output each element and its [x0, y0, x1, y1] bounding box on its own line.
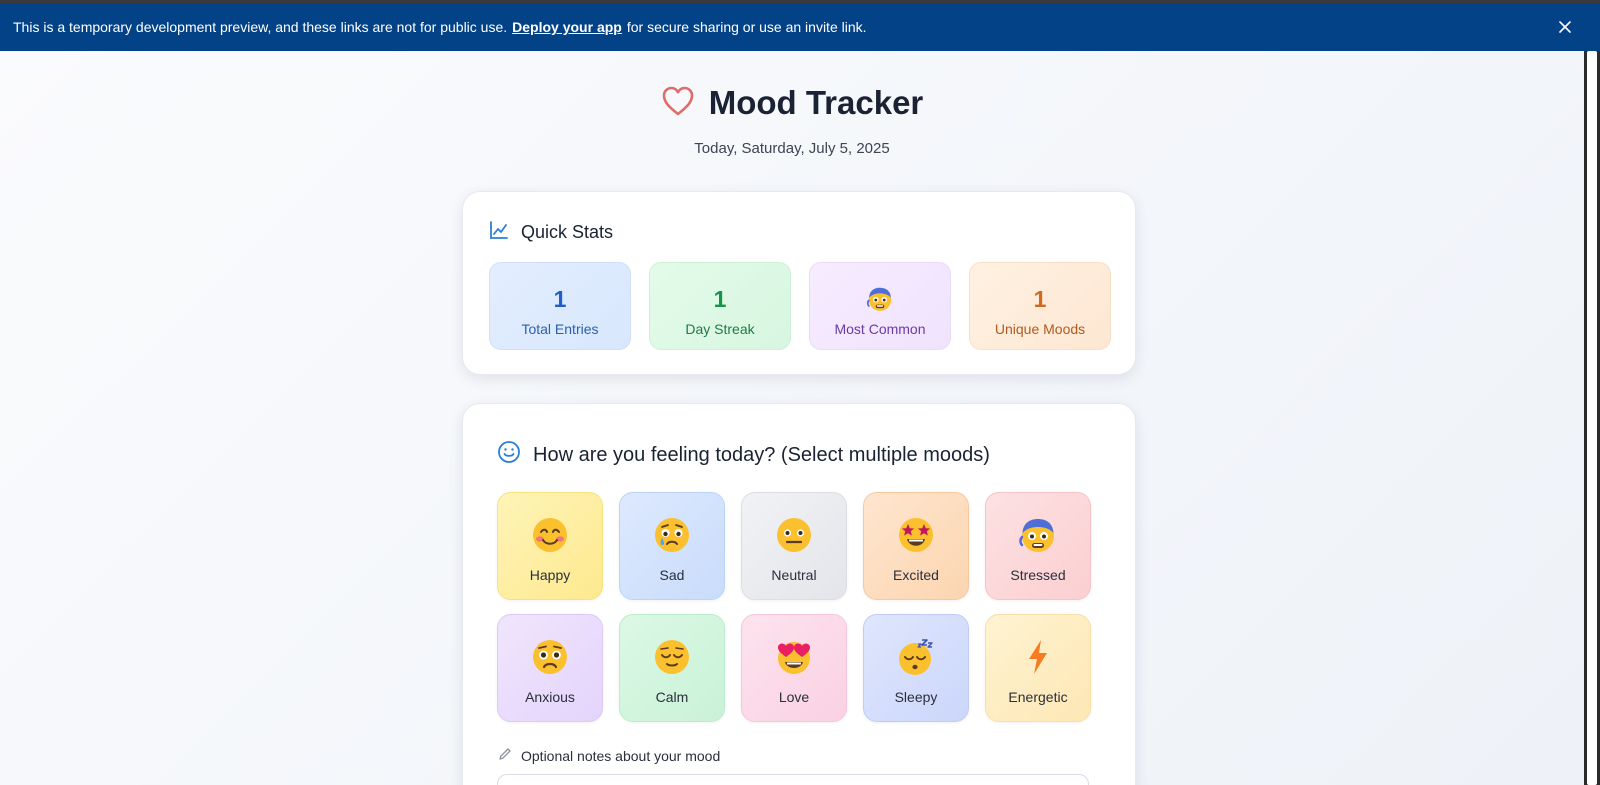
page-title: Mood Tracker: [708, 84, 924, 121]
quick-stats-title: Quick Stats: [521, 222, 614, 242]
mood-option-stressed[interactable]: Stressed: [985, 492, 1091, 600]
mood-option-neutral[interactable]: Neutral: [741, 492, 847, 600]
mood-picker-title: How are you feeling today? (Select multi…: [533, 443, 990, 466]
stat-label: Most Common: [834, 321, 926, 337]
lightning-icon: [986, 637, 1090, 679]
mood-label: Energetic: [1008, 689, 1068, 705]
mood-label: Sleepy: [894, 689, 938, 705]
notes-textarea[interactable]: [497, 774, 1089, 785]
mood-label: Calm: [655, 689, 689, 705]
mood-option-calm[interactable]: Calm: [619, 614, 725, 722]
mood-label: Stressed: [1010, 567, 1066, 583]
stat-value: 1: [553, 285, 567, 312]
sleepy-emoji-icon: [864, 637, 968, 679]
deploy-app-link[interactable]: Deploy your app: [512, 19, 622, 35]
stat-value: 1: [1033, 285, 1047, 312]
neutral-emoji-icon: [742, 515, 846, 557]
anxious-emoji-icon: [498, 637, 602, 679]
mood-option-happy[interactable]: Happy: [497, 492, 603, 600]
mood-label: Happy: [529, 567, 571, 583]
close-icon[interactable]: [1554, 16, 1576, 38]
mood-option-energetic[interactable]: Energetic: [985, 614, 1091, 722]
banner-text: This is a temporary development preview,…: [13, 19, 508, 35]
mood-picker-header: How are you feeling today? (Select multi…: [497, 440, 990, 470]
banner-text-after: for secure sharing or use an invite link…: [626, 19, 867, 35]
stat-label: Unique Moods: [994, 321, 1086, 337]
sad-emoji-icon: [620, 515, 724, 557]
stressed-emoji-icon: [986, 515, 1090, 557]
stat-value: 1: [713, 285, 727, 312]
stat-unique-moods: 1 Unique Moods: [969, 262, 1111, 350]
mood-label: Sad: [659, 567, 685, 583]
notes-label-text: Optional notes about your mood: [521, 747, 721, 764]
mood-option-love[interactable]: Love: [741, 614, 847, 722]
stressed-emoji-icon: [810, 285, 950, 313]
mood-label: Anxious: [525, 689, 575, 705]
happy-emoji-icon: [498, 515, 602, 557]
current-date: Today, Saturday, July 5, 2025: [694, 140, 890, 157]
stat-total-entries: 1 Total Entries: [489, 262, 631, 350]
mood-option-sad[interactable]: Sad: [619, 492, 725, 600]
stat-label: Day Streak: [685, 321, 755, 337]
quick-stats-header: Quick Stats: [489, 220, 613, 245]
stat-most-common: Most Common: [809, 262, 951, 350]
mood-picker-card: How are you feeling today? (Select multi…: [462, 403, 1136, 785]
page-header: Mood Tracker Today, Saturday, July 5, 20…: [0, 84, 1584, 157]
mood-label: Neutral: [771, 567, 817, 583]
mood-label: Love: [778, 689, 810, 705]
mood-option-anxious[interactable]: Anxious: [497, 614, 603, 722]
smile-icon: [497, 440, 521, 470]
mood-option-sleepy[interactable]: Sleepy: [863, 614, 969, 722]
chart-line-icon: [489, 220, 509, 245]
heart-icon: [661, 85, 695, 122]
mood-label: Excited: [893, 567, 939, 583]
dev-preview-banner: This is a temporary development preview,…: [0, 3, 1600, 51]
love-emoji-icon: [742, 637, 846, 679]
stat-label: Total Entries: [521, 321, 599, 337]
notes-label: Optional notes about your mood: [497, 746, 720, 765]
excited-emoji-icon: [864, 515, 968, 557]
scrollbar[interactable]: [1584, 51, 1600, 785]
calm-emoji-icon: [620, 637, 724, 679]
pencil-icon: [497, 746, 513, 765]
mood-option-excited[interactable]: Excited: [863, 492, 969, 600]
quick-stats-card: Quick Stats 1 Total Entries 1 Day Streak: [462, 191, 1136, 375]
app-main: Mood Tracker Today, Saturday, July 5, 20…: [0, 51, 1584, 785]
stat-day-streak: 1 Day Streak: [649, 262, 791, 350]
scrollbar-thumb[interactable]: [1587, 51, 1597, 785]
